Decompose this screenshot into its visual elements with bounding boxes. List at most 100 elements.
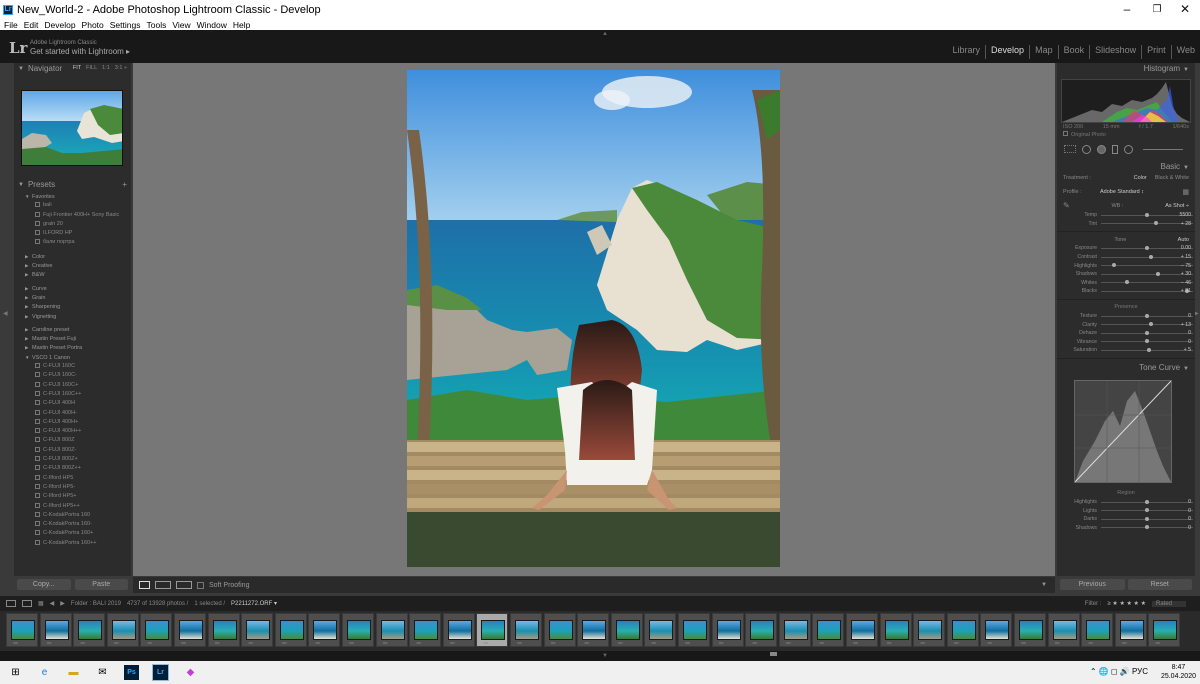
menu-view[interactable]: View — [172, 20, 190, 30]
filmstrip-thumbnail[interactable]: ••••• — [1047, 613, 1080, 647]
preset-item[interactable]: C-FUJI 400H- — [14, 409, 131, 418]
paint-3d-icon[interactable]: ◆ — [183, 665, 198, 680]
preset-group-1[interactable]: ▶ Color — [14, 252, 131, 261]
filmstrip-thumbnail[interactable]: ••••• — [140, 613, 173, 647]
slider-shadows[interactable]: Shadows + 30 — [1057, 270, 1195, 279]
filmstrip-thumbnail[interactable]: ••••• — [241, 613, 274, 647]
slider-thumb[interactable] — [1124, 280, 1129, 285]
preset-item[interactable]: C-FUJI 160C++ — [14, 390, 131, 399]
preset-group-7[interactable]: ▶ Vignetting — [14, 312, 131, 321]
preset-group-6[interactable]: ▶ Sharpening — [14, 302, 131, 311]
slider-track[interactable] — [1101, 508, 1193, 513]
slider-shadows[interactable]: Shadows 0 — [1057, 524, 1195, 533]
slider-track[interactable] — [1101, 499, 1193, 504]
filmstrip-thumbnail[interactable]: ••••• — [442, 613, 475, 647]
filmstrip-thumbnail[interactable]: ••••• — [409, 613, 442, 647]
preset-item[interactable]: C-FUJI 800Z — [14, 436, 131, 445]
rating-filter-stars[interactable]: ≥ ★ ★ ★ ★ ★ — [1107, 600, 1146, 607]
slider-track[interactable] — [1101, 322, 1193, 327]
slider-value[interactable]: – 75 — [1181, 263, 1191, 269]
slider-value[interactable]: 0 — [1188, 330, 1191, 336]
slider-track[interactable] — [1101, 347, 1193, 352]
filmstrip-thumbnail[interactable]: ••••• — [913, 613, 946, 647]
slider-value[interactable]: + 15 — [1181, 254, 1191, 260]
filmstrip-thumbnail[interactable]: ••••• — [308, 613, 341, 647]
slider-value[interactable]: 0 — [1188, 499, 1191, 505]
minimize-button[interactable]: – — [1112, 0, 1142, 19]
slider-thumb[interactable] — [1145, 212, 1149, 217]
filmstrip-thumbnail[interactable]: ••••• — [980, 613, 1013, 647]
filmstrip-thumbnail[interactable]: ••••• — [846, 613, 878, 647]
menu-window[interactable]: Window — [197, 20, 227, 30]
back-arrow-icon[interactable]: ◀ — [50, 600, 55, 607]
wb-select[interactable]: As Shot ÷ — [1165, 203, 1189, 209]
slider-exposure[interactable]: Exposure 0.00 — [1057, 244, 1195, 253]
slider-value[interactable]: + 30 — [1181, 271, 1191, 277]
slider-value[interactable]: + 13 — [1181, 322, 1191, 328]
preset-item[interactable]: C-FUJI 160C- — [14, 371, 131, 380]
filmstrip-thumbnail[interactable]: ••••• — [711, 613, 744, 647]
language-indicator[interactable]: РУС — [1132, 667, 1148, 676]
slider-track[interactable] — [1101, 254, 1193, 259]
bottom-panel-toggle-icon[interactable]: ▼ — [602, 653, 608, 659]
preset-item[interactable]: C-FUJI 160C+ — [14, 381, 131, 390]
slider-value[interactable]: 0.00 — [1181, 245, 1191, 251]
slider-value[interactable]: + 91 — [1181, 288, 1191, 294]
zoom-custom[interactable]: 3:1 ÷ — [115, 65, 127, 71]
preset-group-2[interactable]: ▶ Creative — [14, 261, 131, 270]
filmstrip-thumbnail[interactable]: ••••• — [745, 613, 778, 647]
presets-header[interactable]: ▼ Presets + — [14, 179, 131, 190]
edge-icon[interactable]: e — [37, 665, 52, 680]
photoshop-icon[interactable]: Ps — [124, 665, 139, 680]
slider-track[interactable] — [1101, 525, 1193, 530]
slider-thumb[interactable] — [1145, 508, 1149, 513]
soft-proofing-checkbox[interactable] — [197, 581, 204, 589]
preset-group-3[interactable]: ▶ B&W — [14, 270, 131, 279]
preset-item[interactable]: C-FUJI 800Z- — [14, 446, 131, 455]
tray-icons[interactable]: ⌃ 🌐 ◻ 🔊 РУС — [1090, 667, 1148, 676]
filmstrip-thumbnail[interactable]: ••••• — [6, 613, 38, 647]
filter-preset-select[interactable]: Rated — [1151, 600, 1186, 607]
add-preset-icon[interactable]: + — [122, 180, 127, 189]
module-slideshow[interactable]: Slideshow — [1089, 45, 1141, 59]
module-web[interactable]: Web — [1170, 45, 1200, 59]
slider-thumb[interactable] — [1145, 245, 1149, 250]
histogram-header[interactable]: Histogram ▼ — [1057, 63, 1195, 74]
treatment-color[interactable]: Color — [1134, 175, 1147, 181]
preset-item[interactable]: C-FUJI 160C — [14, 362, 131, 371]
slider-whites[interactable]: Whites – 46 — [1057, 279, 1195, 288]
top-panel-toggle-icon[interactable]: ▲ — [602, 31, 608, 37]
preset-item[interactable]: C-KodakPortra 160+ — [14, 529, 131, 538]
slider-value[interactable]: 0 — [1188, 525, 1191, 531]
compare-yy-icon[interactable] — [176, 581, 192, 589]
filmstrip-thumbnail[interactable]: ••••• — [1114, 613, 1147, 647]
preset-item[interactable]: C-KodakPortra 160++ — [14, 539, 131, 548]
slider-contrast[interactable]: Contrast + 15 — [1057, 253, 1195, 262]
system-clock[interactable]: 8:47 25.04.2020 — [1161, 663, 1196, 681]
profile-browser-icon[interactable]: ▦ — [1182, 188, 1189, 196]
slider-track[interactable] — [1101, 271, 1193, 276]
adjustment-brush-icon[interactable] — [1143, 148, 1183, 150]
left-panel-toggle-icon[interactable]: ◀ — [3, 310, 8, 317]
spot-removal-icon[interactable] — [1082, 144, 1091, 154]
bottom-panel-toggle[interactable]: ▼ — [0, 651, 1200, 661]
filmstrip-thumbnail[interactable]: ••••• — [476, 613, 509, 647]
menu-develop[interactable]: Develop — [44, 20, 75, 30]
menu-photo[interactable]: Photo — [82, 20, 104, 30]
filmstrip-thumbnail[interactable]: ••••• — [106, 613, 139, 647]
slider-dehaze[interactable]: Dehaze 0 — [1057, 329, 1195, 338]
preset-group-10[interactable]: ▶ Mastin Preset Portra — [14, 343, 131, 352]
crop-tool-icon[interactable] — [1064, 145, 1076, 153]
radial-filter-icon[interactable] — [1124, 144, 1133, 154]
mail-icon[interactable]: ✉ — [95, 665, 110, 680]
slider-track[interactable] — [1101, 288, 1193, 293]
slider-texture[interactable]: Texture 0 — [1057, 312, 1195, 321]
folder-source[interactable]: Folder : BALI 2019 — [71, 601, 121, 607]
module-print[interactable]: Print — [1141, 45, 1171, 59]
filmstrip-thumbnail[interactable]: ••••• — [73, 613, 106, 647]
treatment-bw[interactable]: Black & White — [1155, 175, 1189, 181]
preset-group-9[interactable]: ▶ Mastin Preset Fuji — [14, 334, 131, 343]
slider-thumb[interactable] — [1145, 339, 1149, 344]
slider-highlights[interactable]: Highlights 0 — [1057, 498, 1195, 507]
filmstrip-thumbnail[interactable]: ••••• — [174, 613, 206, 647]
